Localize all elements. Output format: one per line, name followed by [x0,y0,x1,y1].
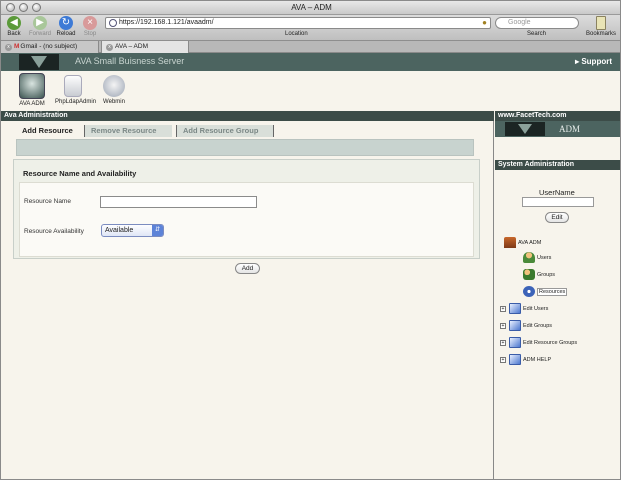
close-tab-icon[interactable]: x [106,44,113,51]
app-launcher: AVA ADM PhpLdapAdmin Webmin [1,71,620,111]
browser-window: AVA – ADM ◀ Back ▶ Forward ↻ Reload × St… [0,0,621,480]
system-admin-header: System Administration [495,160,620,170]
bookmarks-icon [596,16,606,30]
expand-icon[interactable]: + [500,339,506,346]
page-icon [509,303,521,314]
resource-name-input[interactable] [100,196,257,208]
sidebar: UserName Edit AVA ADM Users Groups Resou… [495,170,620,479]
gmail-icon: M [14,43,20,50]
search-label: Search [527,31,547,37]
page-icon [509,354,521,365]
main-header: Ava Administration [1,111,494,121]
close-window-button[interactable] [6,3,15,12]
zoom-window-button[interactable] [32,3,41,12]
search-input[interactable]: Google [495,17,579,29]
main-content: Add Resource Remove Resource Add Resourc… [1,121,494,479]
resource-form: Resource Name and Availability Resource … [13,159,480,259]
tree-root-ava-adm[interactable]: AVA ADM [504,237,541,248]
browser-toolbar: ◀ Back ▶ Forward ↻ Reload × Stop https:/… [1,15,620,41]
tab-remove-resource[interactable]: Remove Resource [84,125,172,137]
tab-add-resource[interactable]: Add Resource [16,125,80,137]
site-banner: AVA Small Buisness Server ▸ Support [1,53,620,71]
phpldapadmin-icon [64,75,82,97]
page-icon [509,337,521,348]
tree-section-adm-help[interactable]: + ADM HELP [500,354,551,365]
lock-icon: ● [482,18,487,27]
expand-icon[interactable]: + [500,356,506,363]
location-label: Location [285,31,308,37]
back-button[interactable]: ◀ Back [1,16,27,37]
tree-item-groups[interactable]: Groups [523,269,555,280]
ava-adm-icon [19,73,45,99]
bookmarks-button[interactable]: Bookmarks [583,16,619,37]
sidebar-site-header: www.FacetTech.com [495,111,620,121]
adm-logo-text: ADM [559,124,581,134]
tree-section-edit-resource-groups[interactable]: + Edit Resource Groups [500,337,577,348]
forward-arrow-icon: ▶ [33,16,47,30]
webmin-icon [103,75,125,97]
tab-ava-adm[interactable]: x AVA – ADM [101,41,189,53]
ava-logo [19,54,59,70]
username-input[interactable] [522,197,594,207]
tab-gmail[interactable]: x MGmail - (no subject) [1,41,99,53]
reload-icon: ↻ [59,16,73,30]
back-arrow-icon: ◀ [7,16,21,30]
support-link[interactable]: ▸ Support [575,57,612,66]
tree-item-resources[interactable]: Resources [523,286,568,297]
app-webmin[interactable]: Webmin [96,73,132,105]
app-ava-adm[interactable]: AVA ADM [14,73,50,107]
window-title: AVA – ADM [291,3,332,12]
tab-bar: x MGmail - (no subject) x AVA – ADM [1,41,620,53]
title-bar: AVA – ADM [1,1,620,15]
close-tab-icon[interactable]: x [5,44,12,51]
form-fields: Resource Name Resource Availability Avai… [19,182,474,257]
expand-icon[interactable]: + [500,305,506,312]
resource-availability-label: Resource Availability [24,228,84,235]
site-icon [109,19,117,27]
edit-button[interactable]: Edit [545,212,569,223]
availability-select[interactable]: Available ⇵ [101,224,164,237]
expand-icon[interactable]: + [500,322,506,329]
add-button[interactable]: Add [235,263,260,274]
tree-item-users[interactable]: Users [523,252,551,263]
forward-button[interactable]: ▶ Forward [27,16,53,37]
group-icon [523,269,535,280]
user-icon [523,252,535,263]
reload-button[interactable]: ↻ Reload [53,16,79,37]
resources-icon [523,286,535,297]
username-label: UserName [539,188,575,197]
page-icon [509,320,521,331]
tree-section-edit-groups[interactable]: + Edit Groups [500,320,552,331]
stop-button[interactable]: × Stop [77,16,103,37]
home-icon [504,237,516,248]
tab-add-resource-group[interactable]: Add Resource Group [176,125,274,137]
stop-icon: × [83,16,97,30]
url-field[interactable]: https://192.168.1.121/avaadm/ ● [105,17,491,29]
sidebar-logo: ADM [495,121,620,137]
select-arrows-icon: ⇵ [152,225,163,236]
minimize-window-button[interactable] [19,3,28,12]
tree-section-edit-users[interactable]: + Edit Users [500,303,548,314]
ava-logo-small [505,122,545,136]
resource-name-label: Resource Name [24,198,71,205]
form-title: Resource Name and Availability [23,169,137,178]
banner-title: AVA Small Buisness Server [75,56,185,66]
panel-strip [16,139,474,156]
app-phpldapadmin[interactable]: PhpLdapAdmin [55,73,96,105]
